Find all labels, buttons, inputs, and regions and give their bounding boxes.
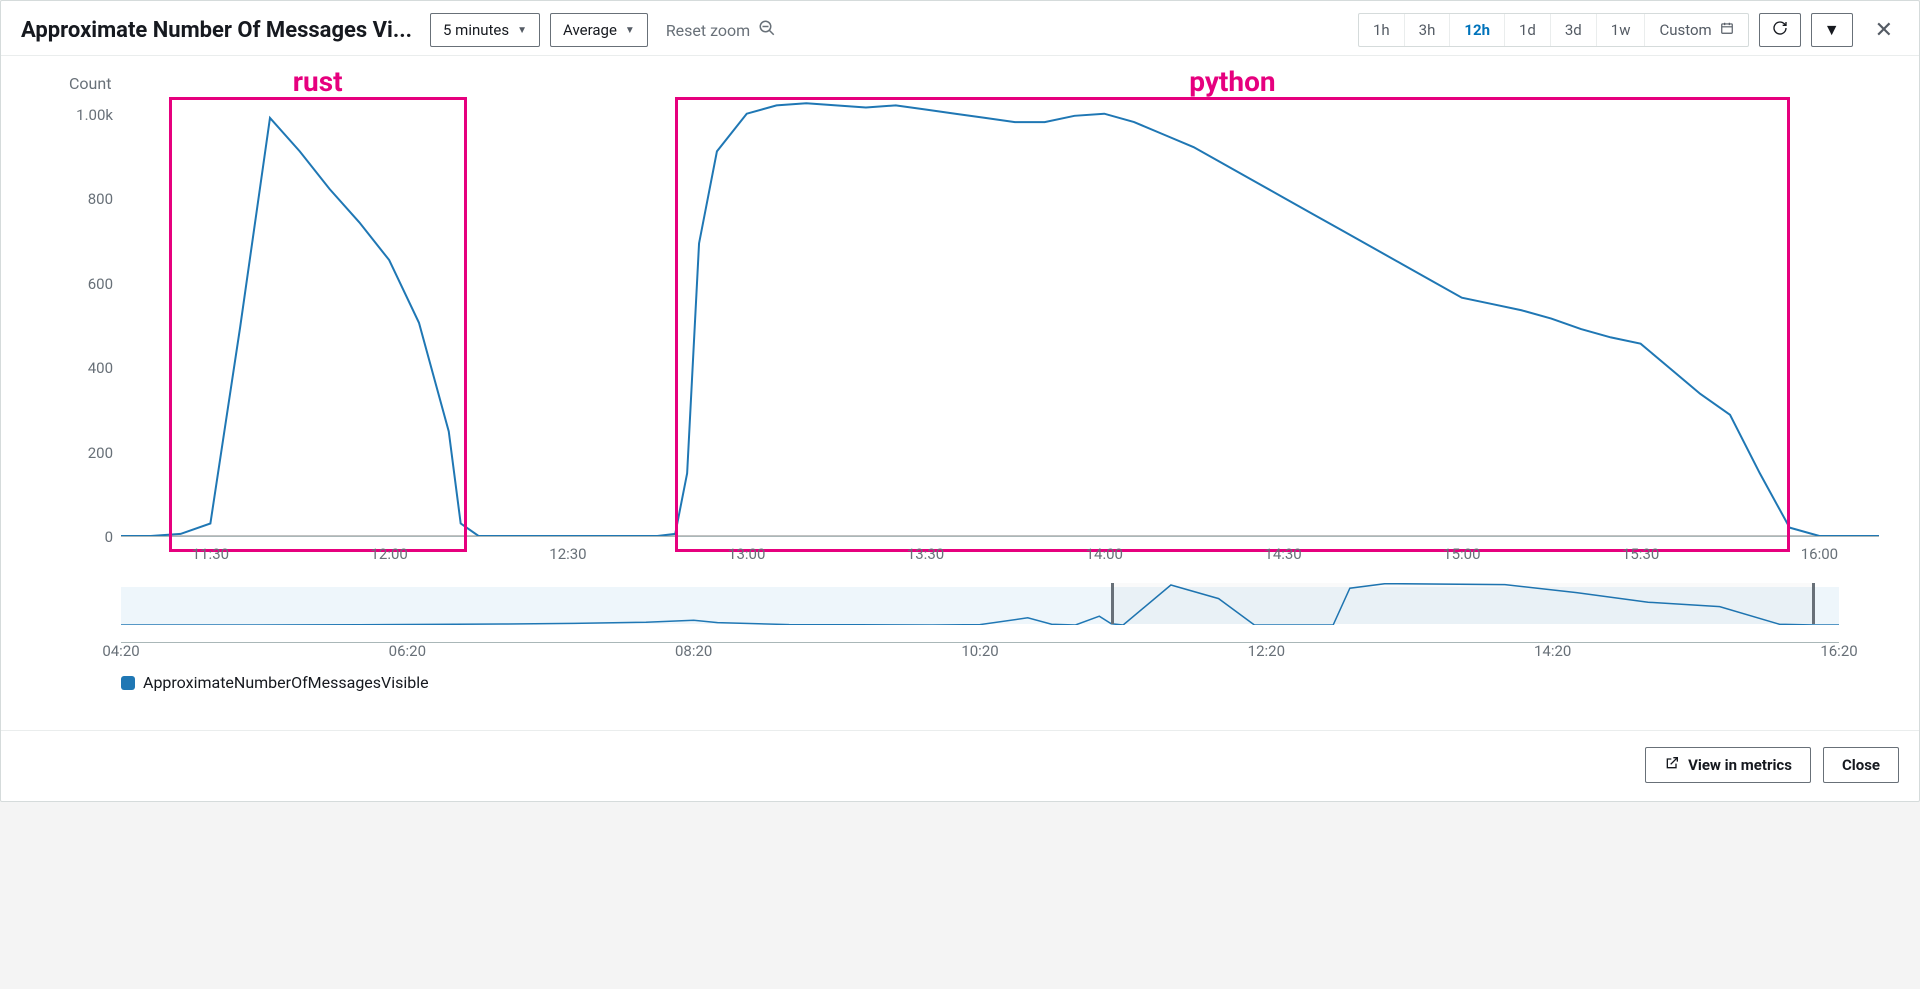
line-series xyxy=(121,97,1879,536)
overview-x-tick: 10:20 xyxy=(961,642,998,660)
time-range-group: 1h3h12h1d3d1wCustom xyxy=(1358,13,1749,47)
range-custom[interactable]: Custom xyxy=(1645,14,1747,46)
x-tick: 15:00 xyxy=(1443,545,1480,563)
overview-x-tick: 14:20 xyxy=(1534,642,1571,660)
overview-x-tick: 06:20 xyxy=(389,642,426,660)
x-tick: 15:30 xyxy=(1622,545,1659,563)
y-tick: 600 xyxy=(51,275,121,293)
legend-label: ApproximateNumberOfMessagesVisible xyxy=(143,673,429,692)
x-tick: 11:30 xyxy=(192,545,229,563)
zoom-out-icon xyxy=(758,19,776,41)
overview-x-tick: 08:20 xyxy=(675,642,712,660)
x-tick: 13:00 xyxy=(728,545,765,563)
calendar-icon xyxy=(1720,21,1734,39)
overview-x-axis: 04:2006:2008:2010:2012:2014:2016:20 xyxy=(121,642,1839,662)
metric-panel: Approximate Number Of Messages Vi... 5 m… xyxy=(0,0,1920,802)
y-tick: 800 xyxy=(51,190,121,208)
overview-x-tick: 12:20 xyxy=(1248,642,1285,660)
y-axis: 1.00k8006004002000 xyxy=(51,97,121,537)
x-tick: 14:30 xyxy=(1264,545,1301,563)
view-in-metrics-button[interactable]: View in metrics xyxy=(1645,747,1811,783)
x-tick: 12:30 xyxy=(549,545,586,563)
overview-selection[interactable] xyxy=(1111,583,1815,624)
x-tick: 12:00 xyxy=(370,545,407,563)
close-button-label: Close xyxy=(1842,756,1880,774)
statistic-select[interactable]: Average ▼ xyxy=(550,13,648,47)
legend: ApproximateNumberOfMessagesVisible xyxy=(121,673,1839,692)
y-tick: 1.00k xyxy=(51,106,121,124)
overview-x-tick: 16:20 xyxy=(1820,642,1857,660)
actions-dropdown[interactable]: ▼ xyxy=(1811,13,1853,47)
close-button[interactable]: Close xyxy=(1823,747,1899,783)
range-1h[interactable]: 1h xyxy=(1359,14,1405,46)
range-12h[interactable]: 12h xyxy=(1450,14,1505,46)
caret-down-icon: ▼ xyxy=(1824,20,1840,40)
x-tick: 16:00 xyxy=(1801,545,1838,563)
refresh-icon xyxy=(1772,20,1788,40)
reset-zoom-button[interactable]: Reset zoom xyxy=(658,19,784,41)
period-select-label: 5 minutes xyxy=(443,21,509,39)
range-3h[interactable]: 3h xyxy=(1405,14,1451,46)
main-plot[interactable]: 1.00k8006004002000 11:3012:0012:3013:001… xyxy=(51,97,1879,577)
legend-swatch xyxy=(121,676,135,690)
reset-zoom-label: Reset zoom xyxy=(666,21,750,40)
caret-down-icon: ▼ xyxy=(625,25,635,36)
annotation-label-python: python xyxy=(1189,65,1275,98)
panel-title: Approximate Number Of Messages Vi... xyxy=(21,18,412,43)
overview-plot[interactable]: 04:2006:2008:2010:2012:2014:2016:20 xyxy=(121,583,1839,643)
range-1w[interactable]: 1w xyxy=(1597,14,1646,46)
x-tick: 13:30 xyxy=(907,545,944,563)
y-tick: 400 xyxy=(51,359,121,377)
overview-x-tick: 04:20 xyxy=(102,642,139,660)
external-link-icon xyxy=(1664,755,1680,775)
annotation-label-rust: rust xyxy=(293,65,343,98)
refresh-button[interactable] xyxy=(1759,13,1801,47)
x-tick: 14:00 xyxy=(1086,545,1123,563)
range-3d[interactable]: 3d xyxy=(1551,14,1597,46)
period-select[interactable]: 5 minutes ▼ xyxy=(430,13,540,47)
y-tick: 0 xyxy=(51,528,121,546)
statistic-select-label: Average xyxy=(563,21,617,39)
chart-area: Count 1.00k8006004002000 11:3012:0012:30… xyxy=(1,56,1919,712)
range-1d[interactable]: 1d xyxy=(1505,14,1551,46)
panel-footer: View in metrics Close xyxy=(1,730,1919,801)
plot-surface[interactable] xyxy=(121,97,1879,537)
x-axis: 11:30 12:00 12:30 13:00 13:30 14:00 14:30 15:00… xyxy=(121,537,1879,577)
y-tick: 200 xyxy=(51,444,121,462)
view-in-metrics-label: View in metrics xyxy=(1688,756,1792,774)
close-icon-button[interactable]: ✕ xyxy=(1869,18,1899,43)
caret-down-icon: ▼ xyxy=(517,25,527,36)
toolbar: Approximate Number Of Messages Vi... 5 m… xyxy=(1,1,1919,56)
